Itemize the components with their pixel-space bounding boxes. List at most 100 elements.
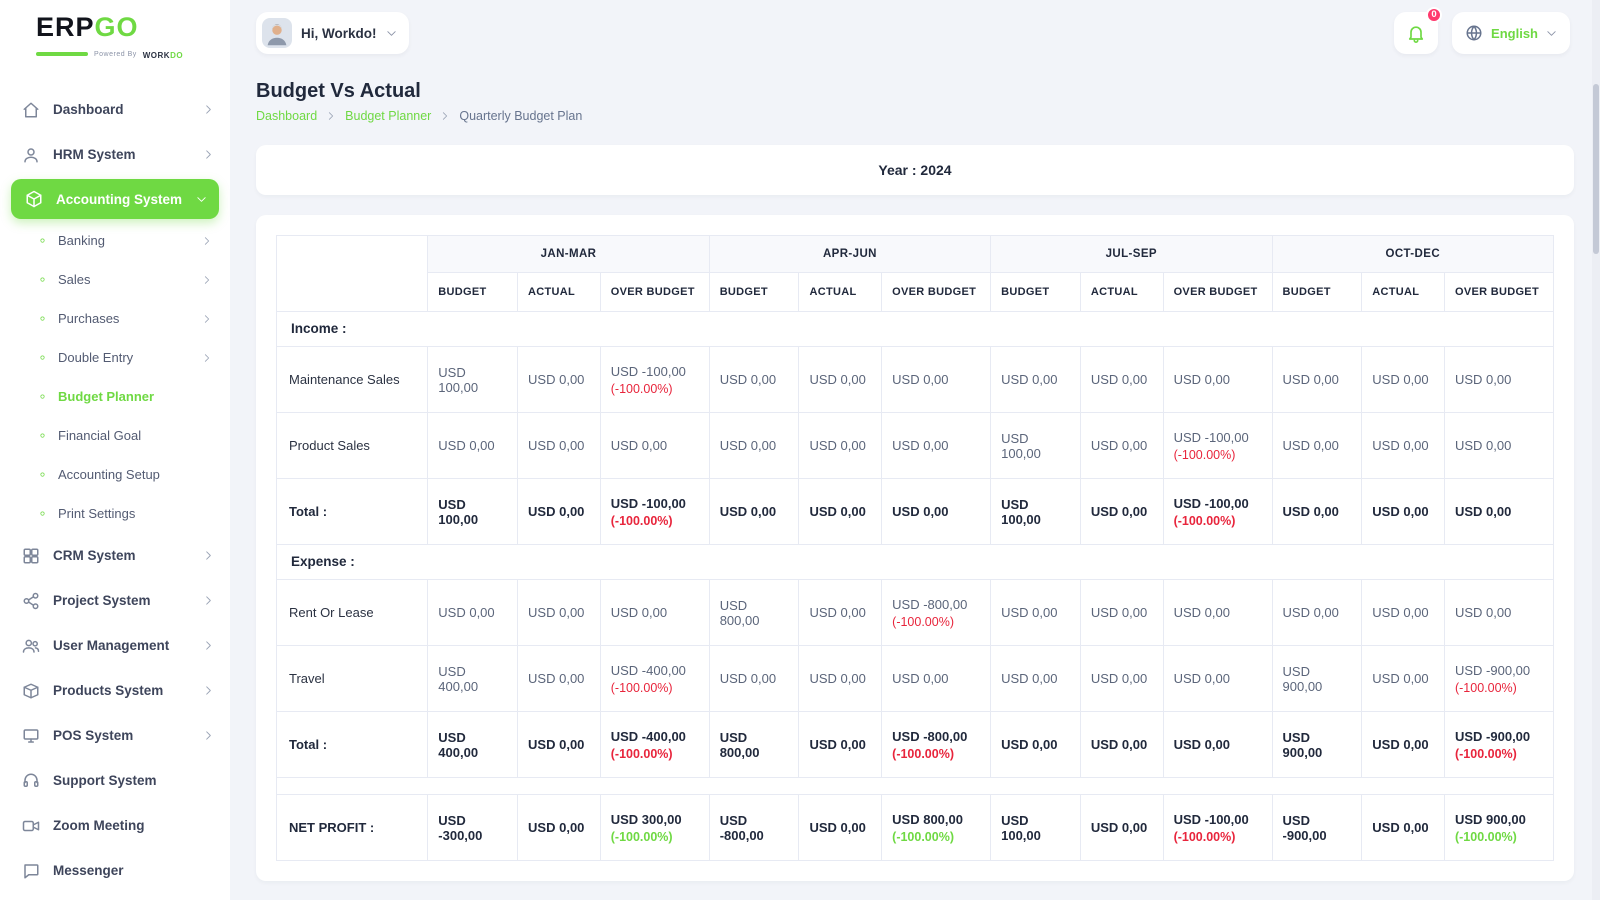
table-cell: USD 100,00 [991, 795, 1081, 861]
spacer-row [277, 778, 1554, 795]
logo[interactable]: ERPGO Powered By WORKDO [0, 0, 230, 69]
cell-value: USD -800,00 [892, 597, 980, 612]
table-cell: USD 0,00 [1444, 580, 1553, 646]
table-cell: USD 0,00 [1444, 479, 1553, 545]
sidebar-item-products-system[interactable]: Products System [0, 668, 230, 713]
cell-value: USD 0,00 [1372, 504, 1434, 519]
cell-value: USD 0,00 [1174, 737, 1262, 752]
sidebar-item-accounting-system[interactable]: Accounting System [11, 179, 219, 219]
cell-value: USD 0,00 [1372, 438, 1434, 453]
sidebar-subitem-budget-planner[interactable]: Budget Planner [0, 377, 230, 416]
dot-icon [38, 353, 47, 362]
notification-badge: 0 [1426, 7, 1442, 23]
notifications-button[interactable]: 0 [1394, 12, 1438, 54]
cell-value: USD 0,00 [1001, 671, 1070, 686]
sidebar-item-user-management[interactable]: User Management [0, 623, 230, 668]
table-cell: USD 0,00 [1163, 347, 1272, 413]
table-cell: USD 0,00 [1163, 646, 1272, 712]
table-cell: USD -400,00(-100.00%) [600, 712, 709, 778]
sidebar-subitem-accounting-setup[interactable]: Accounting Setup [0, 455, 230, 494]
sidebar-item-project-system[interactable]: Project System [0, 578, 230, 623]
table-cell: USD -900,00(-100.00%) [1444, 712, 1553, 778]
chevron-right-icon [202, 236, 212, 246]
cell-value: USD 0,00 [809, 671, 871, 686]
sidebar-subitem-print-settings[interactable]: Print Settings [0, 494, 230, 533]
cell-value: USD 800,00 [892, 812, 980, 827]
cell-value: USD 0,00 [1455, 438, 1543, 453]
sidebar-item-zoom-meeting[interactable]: Zoom Meeting [0, 803, 230, 848]
language-selector[interactable]: English [1452, 12, 1570, 54]
dot-icon [38, 275, 47, 284]
table-cell: USD -100,00(-100.00%) [600, 347, 709, 413]
section-row: Expense : [277, 545, 1554, 580]
avatar [262, 18, 292, 48]
sidebar-subitem-label: Accounting Setup [58, 467, 160, 482]
sidebar-subitem-double-entry[interactable]: Double Entry [0, 338, 230, 377]
sidebar-item-dashboard[interactable]: Dashboard [0, 87, 230, 132]
cell-value: USD 0,00 [720, 438, 789, 453]
column-header: BUDGET [428, 273, 518, 312]
user-menu[interactable]: Hi, Workdo! [256, 12, 409, 54]
table-cell: USD 900,00 [1272, 646, 1362, 712]
table-cell: USD -100,00(-100.00%) [1163, 479, 1272, 545]
table-row: Total : USD 100,00 USD 0,00 USD -100,00(-10… [277, 479, 1554, 545]
cell-value: USD 0,00 [1283, 504, 1352, 519]
cell-value: USD 0,00 [1174, 372, 1262, 387]
cell-percent: (-100.00%) [1455, 747, 1543, 761]
chevron-right-icon [440, 111, 450, 121]
sidebar-subitem-label: Purchases [58, 311, 119, 326]
sidebar-subitem-label: Double Entry [58, 350, 133, 365]
sidebar-item-support-system[interactable]: Support System [0, 758, 230, 803]
cell-value: USD 400,00 [438, 664, 507, 694]
table-row: Total :USD 400,00USD 0,00USD -400,00(-10… [277, 712, 1554, 778]
cell-value: USD -400,00 [611, 663, 699, 678]
sidebar-subitem-banking[interactable]: Banking [0, 221, 230, 260]
column-header: OVER BUDGET [1444, 273, 1553, 312]
cell-value: USD 0,00 [892, 504, 980, 519]
powered-by-text: Powered By [94, 51, 137, 58]
table-cell: USD 0,00 [1272, 479, 1362, 545]
cell-value: USD -800,00 [892, 729, 980, 744]
table-cell: USD -100,00(-100.00%) [1163, 413, 1272, 479]
table-cell: USD -800,00 [709, 795, 799, 861]
cell-value: USD 100,00 [438, 497, 507, 527]
cell-percent: (-100.00%) [1455, 830, 1543, 844]
cell-value: USD 0,00 [1455, 504, 1543, 519]
breadcrumb: Dashboard Budget Planner Quarterly Budge… [256, 109, 1574, 123]
cell-percent: (-100.00%) [892, 830, 980, 844]
dot-icon [38, 236, 47, 245]
cell-value: USD 800,00 [720, 730, 789, 760]
cell-value: USD 0,00 [1455, 372, 1543, 387]
cell-value: USD 0,00 [1001, 605, 1070, 620]
corner-cell [277, 236, 428, 312]
table-row: Maintenance SalesUSD 100,00USD 0,00USD -… [277, 347, 1554, 413]
sidebar-item-hrm-system[interactable]: HRM System [0, 132, 230, 177]
main-area: Hi, Workdo! 0 English Budget Vs Actual D… [230, 0, 1600, 900]
cell-value: USD 0,00 [1091, 820, 1153, 835]
sidebar-item-crm-system[interactable]: CRM System [0, 533, 230, 578]
table-cell: USD 0,00 [799, 646, 882, 712]
scrollbar-thumb[interactable] [1593, 84, 1599, 254]
sidebar-subitem-financial-goal[interactable]: Financial Goal [0, 416, 230, 455]
video-icon [22, 817, 40, 835]
chevron-right-icon [202, 275, 212, 285]
users-icon [22, 637, 40, 655]
breadcrumb-dashboard[interactable]: Dashboard [256, 109, 317, 123]
cell-value: USD 0,00 [528, 671, 590, 686]
breadcrumb-budget-planner[interactable]: Budget Planner [345, 109, 431, 123]
cell-value: USD 0,00 [438, 438, 507, 453]
page-scrollbar[interactable] [1592, 0, 1600, 900]
section-row: Income : [277, 312, 1554, 347]
cell-percent: (-100.00%) [1174, 514, 1262, 528]
sidebar-subitem-purchases[interactable]: Purchases [0, 299, 230, 338]
row-label: Total : [277, 479, 428, 545]
sidebar-item-messenger[interactable]: Messenger [0, 848, 230, 893]
sidebar-item-pos-system[interactable]: POS System [0, 713, 230, 758]
sidebar-subitem-sales[interactable]: Sales [0, 260, 230, 299]
cell-value: USD 0,00 [1372, 605, 1434, 620]
chevron-right-icon [326, 111, 336, 121]
table-cell: USD 0,00 [1163, 580, 1272, 646]
language-label: English [1491, 26, 1538, 41]
budget-table-card: JAN-MARAPR-JUNJUL-SEPOCT-DECBUDGETACTUAL… [256, 215, 1574, 881]
table-cell: USD -400,00(-100.00%) [600, 646, 709, 712]
